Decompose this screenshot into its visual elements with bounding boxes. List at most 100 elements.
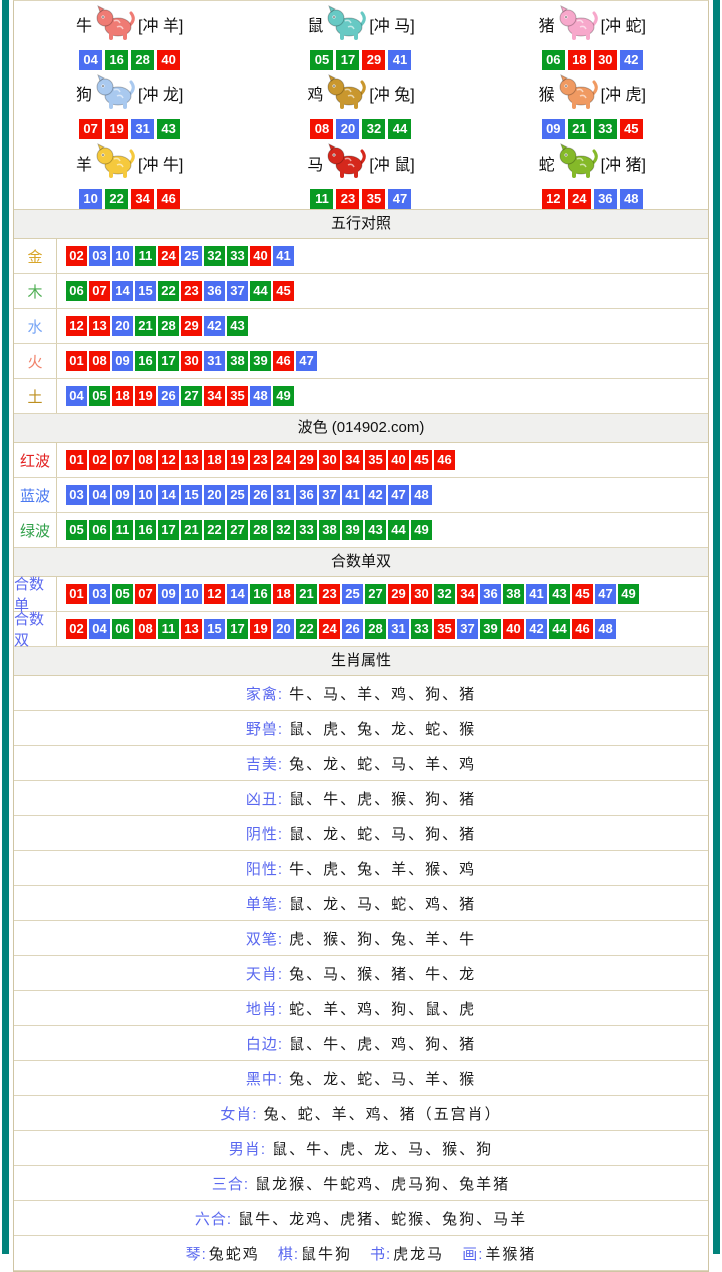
number-ball-05: 05 bbox=[89, 386, 110, 406]
zodiac-name: 猴 bbox=[539, 81, 555, 105]
zodiac-clash-label: [冲 牛] bbox=[138, 151, 183, 175]
number-ball-08: 08 bbox=[135, 450, 156, 470]
number-ball-07: 07 bbox=[112, 450, 133, 470]
number-list: 0102070812131819232429303435404546 bbox=[57, 443, 455, 477]
zodiac-clash-label: [冲 鼠] bbox=[369, 151, 414, 175]
number-ball-14: 14 bbox=[158, 485, 179, 505]
number-ball-44: 44 bbox=[388, 520, 409, 540]
number-ball-40: 40 bbox=[250, 246, 271, 266]
number-ball-15: 15 bbox=[135, 281, 156, 301]
zodiac-grid: 牛[冲 羊]04162840鼠[冲 马]05172941猪[冲 蛇]061830… bbox=[14, 1, 708, 210]
number-ball-13: 13 bbox=[89, 316, 110, 336]
number-ball-11: 11 bbox=[135, 246, 156, 266]
attribute-value: 鼠、牛、虎、鸡、狗、猪 bbox=[289, 1033, 476, 1054]
dog-image bbox=[94, 70, 136, 117]
zodiac-clash-label: [冲 马] bbox=[369, 12, 414, 36]
number-ball-28: 28 bbox=[250, 520, 271, 540]
number-ball-14: 14 bbox=[227, 584, 248, 604]
number-ball-18: 18 bbox=[112, 386, 133, 406]
number-ball-10: 10 bbox=[181, 584, 202, 604]
number-ball-25: 25 bbox=[227, 485, 248, 505]
number-ball-07: 07 bbox=[89, 281, 110, 301]
zodiac-cell-牛: 牛[冲 羊]04162840 bbox=[14, 1, 245, 70]
number-ball-41: 41 bbox=[388, 50, 411, 70]
attribute-value: 鼠、龙、马、蛇、鸡、猪 bbox=[289, 893, 476, 914]
number-row-木: 木06071415222336374445 bbox=[14, 274, 708, 309]
number-ball-42: 42 bbox=[620, 50, 643, 70]
number-ball-06: 06 bbox=[66, 281, 87, 301]
attribute-label: 阴性: bbox=[246, 823, 283, 844]
attribute-value: 牛、虎、兔、羊、猴、鸡 bbox=[289, 858, 476, 879]
attribute-label: 女肖: bbox=[220, 1103, 257, 1124]
attribute-row-地肖: 地肖:蛇、羊、鸡、狗、鼠、虎 bbox=[14, 991, 708, 1026]
number-ball-05: 05 bbox=[112, 584, 133, 604]
number-ball-13: 13 bbox=[181, 450, 202, 470]
number-ball-41: 41 bbox=[526, 584, 547, 604]
zodiac-cell-鸡: 鸡[冲 兔]08203244 bbox=[245, 70, 476, 139]
number-ball-14: 14 bbox=[112, 281, 133, 301]
number-ball-33: 33 bbox=[411, 619, 432, 639]
number-ball-38: 38 bbox=[227, 351, 248, 371]
number-ball-22: 22 bbox=[204, 520, 225, 540]
number-ball-46: 46 bbox=[273, 351, 294, 371]
number-row-合数双: 合数双0204060811131517192022242628313335373… bbox=[14, 612, 708, 647]
number-row-红波: 红波0102070812131819232429303435404546 bbox=[14, 443, 708, 478]
number-ball-48: 48 bbox=[595, 619, 616, 639]
horse-image bbox=[325, 139, 367, 186]
number-ball-29: 29 bbox=[296, 450, 317, 470]
number-ball-46: 46 bbox=[572, 619, 593, 639]
number-ball-26: 26 bbox=[158, 386, 179, 406]
zodiac-number-list: 06183042 bbox=[542, 50, 643, 70]
number-ball-19: 19 bbox=[105, 119, 128, 139]
number-ball-28: 28 bbox=[158, 316, 179, 336]
number-ball-35: 35 bbox=[434, 619, 455, 639]
number-ball-09: 09 bbox=[112, 485, 133, 505]
row-label: 木 bbox=[14, 274, 57, 308]
number-row-土: 土04051819262734354849 bbox=[14, 379, 708, 414]
section-header-five-elements: 五行对照 bbox=[14, 210, 708, 239]
number-row-水: 水1213202128294243 bbox=[14, 309, 708, 344]
attribute-value: 鼠、牛、虎、猴、狗、猪 bbox=[289, 788, 476, 809]
number-ball-25: 25 bbox=[342, 584, 363, 604]
number-list: 0103050709101214161821232527293032343638… bbox=[57, 577, 639, 611]
attribute-label: 地肖: bbox=[246, 998, 283, 1019]
rat-image bbox=[325, 1, 367, 48]
number-ball-04: 04 bbox=[89, 619, 110, 639]
attribute-label: 吉美: bbox=[246, 753, 283, 774]
number-ball-11: 11 bbox=[310, 189, 333, 209]
four-arts-label: 画: bbox=[462, 1246, 483, 1263]
attribute-row-六合: 六合:鼠牛、龙鸡、虎猪、蛇猴、兔狗、马羊 bbox=[14, 1201, 708, 1236]
zodiac-clash-label: [冲 虎] bbox=[601, 81, 646, 105]
number-ball-43: 43 bbox=[157, 119, 180, 139]
number-ball-42: 42 bbox=[365, 485, 386, 505]
number-ball-26: 26 bbox=[250, 485, 271, 505]
number-ball-49: 49 bbox=[411, 520, 432, 540]
four-arts-value: 鼠牛狗 bbox=[301, 1246, 352, 1263]
zodiac-name: 蛇 bbox=[539, 151, 555, 175]
row-label: 合数单 bbox=[14, 577, 57, 611]
attribute-label: 三合: bbox=[212, 1173, 249, 1194]
number-ball-30: 30 bbox=[181, 351, 202, 371]
number-ball-42: 42 bbox=[526, 619, 547, 639]
number-list: 0108091617303138394647 bbox=[57, 344, 317, 378]
row-label: 红波 bbox=[14, 443, 57, 477]
number-ball-37: 37 bbox=[319, 485, 340, 505]
attribute-row-女肖: 女肖:兔、蛇、羊、鸡、猪（五宫肖） bbox=[14, 1096, 708, 1131]
attribute-value: 鼠、龙、蛇、马、狗、猪 bbox=[289, 823, 476, 844]
number-ball-21: 21 bbox=[296, 584, 317, 604]
section-header-wave-colors: 波色 (014902.com) bbox=[14, 414, 708, 443]
attribute-value: 兔、龙、蛇、马、羊、猴 bbox=[289, 1068, 476, 1089]
sum-parity-rows: 合数单0103050709101214161821232527293032343… bbox=[14, 577, 708, 647]
number-ball-28: 28 bbox=[365, 619, 386, 639]
number-ball-04: 04 bbox=[89, 485, 110, 505]
number-ball-36: 36 bbox=[594, 189, 617, 209]
number-ball-36: 36 bbox=[296, 485, 317, 505]
number-ball-22: 22 bbox=[158, 281, 179, 301]
number-ball-37: 37 bbox=[227, 281, 248, 301]
number-ball-37: 37 bbox=[457, 619, 478, 639]
number-ball-35: 35 bbox=[227, 386, 248, 406]
number-ball-05: 05 bbox=[66, 520, 87, 540]
number-ball-46: 46 bbox=[434, 450, 455, 470]
number-ball-39: 39 bbox=[250, 351, 271, 371]
number-ball-40: 40 bbox=[157, 50, 180, 70]
